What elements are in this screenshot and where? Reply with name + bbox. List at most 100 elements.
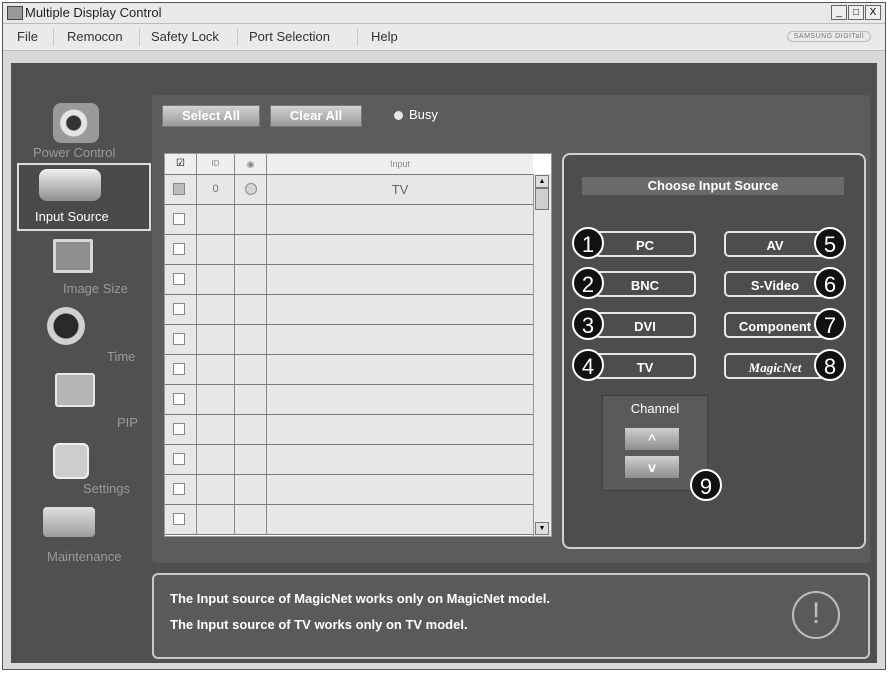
clock-icon	[47, 307, 85, 345]
table-row[interactable]: 0 TV	[165, 175, 533, 205]
table-row[interactable]	[165, 355, 533, 385]
menu-port-selection[interactable]: Port Selection	[249, 29, 330, 44]
row-id	[197, 265, 235, 294]
callout-badge-9: 9	[690, 469, 722, 501]
row-checkbox[interactable]	[173, 393, 185, 405]
table-row[interactable]	[165, 295, 533, 325]
table-row[interactable]	[165, 445, 533, 475]
row-checkbox[interactable]	[173, 213, 185, 225]
row-checkbox-cell	[165, 295, 197, 324]
bnc-button[interactable]: BNC	[594, 271, 696, 297]
av-button[interactable]: AV	[724, 231, 826, 257]
menu-help[interactable]: Help	[371, 29, 398, 44]
power-control-icon	[53, 103, 99, 143]
column-header-id: ID	[197, 154, 235, 174]
row-input	[267, 505, 533, 534]
scroll-up-arrow-icon[interactable]: ▲	[535, 175, 549, 188]
tv-button[interactable]: TV	[594, 353, 696, 379]
sidebar-item-label: Power Control	[33, 145, 116, 160]
brand-logo: SAMSUNG DIGITall	[786, 31, 871, 42]
scroll-down-arrow-icon[interactable]: ▼	[535, 522, 549, 535]
row-checkbox[interactable]	[173, 453, 185, 465]
table-row[interactable]	[165, 385, 533, 415]
sidebar-item-maintenance[interactable]: Maintenance	[15, 503, 155, 569]
sidebar-item-power-control[interactable]: Power Control	[15, 99, 155, 165]
table-row[interactable]	[165, 265, 533, 295]
row-input	[267, 385, 533, 414]
callout-badge-7: 7	[814, 308, 846, 340]
sidebar-item-pip[interactable]: PIP	[15, 369, 155, 435]
pc-button[interactable]: PC	[594, 231, 696, 257]
sidebar-item-image-size[interactable]: Image Size	[15, 235, 155, 301]
channel-label: Channel	[630, 401, 680, 416]
menu-safety-lock[interactable]: Safety Lock	[151, 29, 219, 44]
info-footer: The Input source of MagicNet works only …	[152, 573, 870, 659]
table-row[interactable]	[165, 475, 533, 505]
status-dot-icon	[245, 183, 257, 195]
row-input	[267, 445, 533, 474]
row-checkbox[interactable]	[173, 183, 185, 195]
table-row[interactable]	[165, 505, 533, 535]
component-button[interactable]: Component	[724, 312, 826, 338]
row-input: TV	[391, 182, 409, 197]
sidebar-item-time[interactable]: Time	[15, 303, 155, 369]
row-checkbox[interactable]	[173, 363, 185, 375]
scroll-thumb[interactable]	[535, 188, 549, 210]
s-video-button[interactable]: S-Video	[724, 271, 826, 297]
client-area: Power Control Input Source Image Size Ti…	[11, 63, 877, 663]
row-status-cell	[235, 265, 267, 294]
input-source-panel: Choose Input Source PC BNC DVI TV AV S-V…	[562, 153, 866, 549]
row-checkbox[interactable]	[173, 333, 185, 345]
row-checkbox[interactable]	[173, 423, 185, 435]
row-id	[197, 505, 235, 534]
row-id	[197, 385, 235, 414]
menu-remocon[interactable]: Remocon	[67, 29, 123, 44]
row-checkbox-cell	[165, 415, 197, 444]
sidebar-item-label: Time	[107, 349, 136, 364]
pip-icon	[55, 373, 95, 407]
select-all-button[interactable]: Select All	[162, 105, 260, 127]
clear-all-button[interactable]: Clear All	[270, 105, 362, 127]
channel-up-button[interactable]: ^	[625, 428, 679, 450]
menu-separator	[53, 28, 54, 46]
row-id	[197, 295, 235, 324]
close-button[interactable]: X	[865, 5, 881, 20]
table-row[interactable]	[165, 325, 533, 355]
row-checkbox[interactable]	[173, 273, 185, 285]
row-checkbox[interactable]	[173, 513, 185, 525]
select-all-checkbox[interactable]: ☑	[165, 154, 197, 174]
channel-down-button[interactable]: v	[625, 456, 679, 478]
row-status-cell	[235, 445, 267, 474]
row-checkbox[interactable]	[173, 303, 185, 315]
row-id	[197, 415, 235, 444]
menu-file[interactable]: File	[17, 29, 38, 44]
dvi-button[interactable]: DVI	[594, 312, 696, 338]
table-header: ☑ ID ◉ Input	[165, 154, 533, 175]
restore-button[interactable]: □	[848, 5, 864, 20]
info-message: The Input source of TV works only on TV …	[170, 617, 468, 632]
row-id	[197, 355, 235, 384]
sidebar-item-settings[interactable]: Settings	[15, 439, 155, 505]
minimize-button[interactable]: _	[831, 5, 847, 20]
scrollbar[interactable]: ▲ ▼	[533, 174, 551, 536]
sidebar-item-label: PIP	[117, 415, 138, 430]
table-row[interactable]	[165, 205, 533, 235]
sidebar-item-label: Settings	[83, 481, 130, 496]
table-row[interactable]	[165, 235, 533, 265]
sidebar-item-label: Input Source	[35, 209, 109, 224]
app-icon	[7, 6, 23, 20]
callout-badge-1: 1	[572, 227, 604, 259]
row-input	[267, 205, 533, 234]
row-checkbox-cell	[165, 385, 197, 414]
row-id	[197, 235, 235, 264]
magicnet-button[interactable]: MagicNet	[724, 353, 826, 379]
row-status-cell	[235, 355, 267, 384]
table-row[interactable]	[165, 415, 533, 445]
input-source-icon	[39, 169, 101, 201]
row-checkbox[interactable]	[173, 483, 185, 495]
sidebar-item-input-source[interactable]: Input Source	[17, 163, 151, 231]
title-bar: Multiple Display Control _ □ X	[3, 3, 885, 24]
row-checkbox[interactable]	[173, 243, 185, 255]
row-input	[267, 295, 533, 324]
menu-bar: File Remocon Safety Lock Port Selection …	[3, 24, 885, 51]
